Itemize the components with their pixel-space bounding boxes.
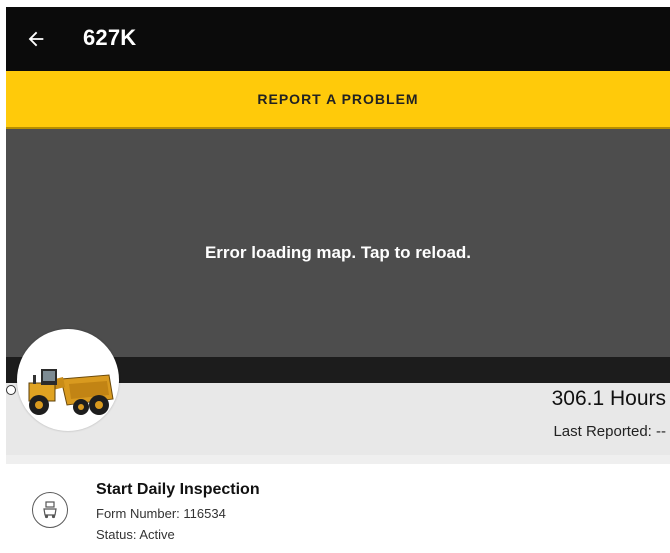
map-error-message: Error loading map. Tap to reload.	[204, 243, 472, 262]
map-view[interactable]: Error loading map. Tap to reload.	[6, 129, 670, 357]
inspection-title: Start Daily Inspection	[96, 481, 260, 498]
machine-avatar	[17, 329, 119, 431]
section-divider	[6, 455, 670, 464]
inspection-clipboard-icon	[32, 492, 68, 528]
app-bar: 627K	[6, 7, 670, 71]
machine-hours: 306.1 Hours	[551, 387, 666, 410]
inspection-card[interactable]: Start Daily Inspection Form Number: 1165…	[8, 464, 668, 553]
form-number: Form Number: 116534	[96, 506, 226, 521]
app-screen: 627K REPORT A PROBLEM Error loading map.…	[6, 7, 670, 553]
back-button[interactable]	[20, 23, 52, 55]
page-title: 627K	[83, 25, 137, 50]
inspection-status: Status: Active	[96, 527, 175, 542]
arrow-left-icon	[28, 31, 44, 47]
report-problem-button[interactable]: REPORT A PROBLEM	[6, 71, 670, 129]
report-problem-label: REPORT A PROBLEM	[257, 91, 419, 107]
wheel-tractor-scraper-image	[28, 369, 114, 415]
small-circle-icon	[6, 385, 16, 395]
last-reported: Last Reported: --	[553, 423, 666, 440]
